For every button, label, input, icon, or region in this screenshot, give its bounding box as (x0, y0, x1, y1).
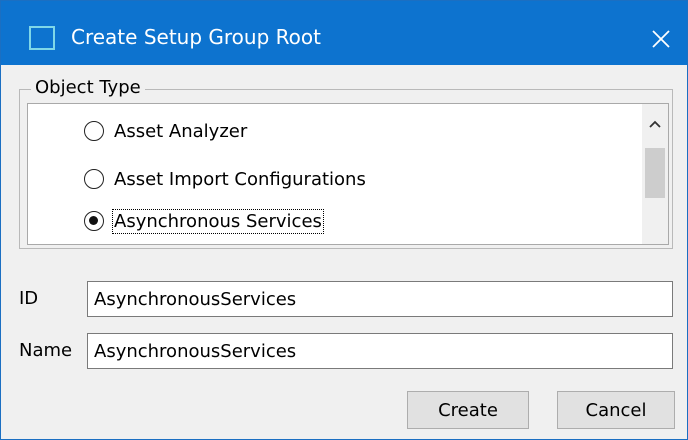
close-button[interactable] (641, 19, 681, 59)
name-label: Name (19, 340, 73, 361)
radio-button[interactable] (84, 169, 104, 189)
option-label: Asset Analyzer (114, 120, 248, 142)
option-asset-analyzer[interactable]: Asset Analyzer (84, 116, 247, 146)
object-type-list: Asset Analyzer Asset Import Configuratio… (27, 103, 669, 245)
id-input[interactable] (87, 281, 673, 317)
option-asynchronous-services[interactable]: Asynchronous Services (84, 206, 324, 236)
scroll-up-button[interactable] (642, 104, 668, 144)
close-x-icon (652, 30, 670, 48)
dialog-title: Create Setup Group Root (71, 25, 321, 49)
create-button[interactable]: Create (407, 391, 529, 429)
chevron-up-icon (649, 120, 661, 128)
option-label: Asset Import Configurations (114, 168, 366, 190)
window-square-icon (29, 26, 55, 50)
id-label: ID (19, 288, 39, 309)
name-input[interactable] (87, 333, 673, 369)
radio-button[interactable] (84, 121, 104, 141)
radio-button-selected[interactable] (84, 211, 104, 231)
title-bar: Create Setup Group Root (1, 1, 687, 65)
scroll-thumb[interactable] (645, 148, 665, 198)
dialog-window: Create Setup Group Root Object Type Asse… (0, 0, 688, 440)
option-label: Asynchronous Services (112, 208, 324, 234)
object-type-legend: Object Type (31, 77, 145, 98)
option-asset-import-configurations[interactable]: Asset Import Configurations (84, 164, 366, 194)
cancel-button[interactable]: Cancel (557, 391, 675, 429)
vertical-scrollbar[interactable] (642, 104, 668, 244)
